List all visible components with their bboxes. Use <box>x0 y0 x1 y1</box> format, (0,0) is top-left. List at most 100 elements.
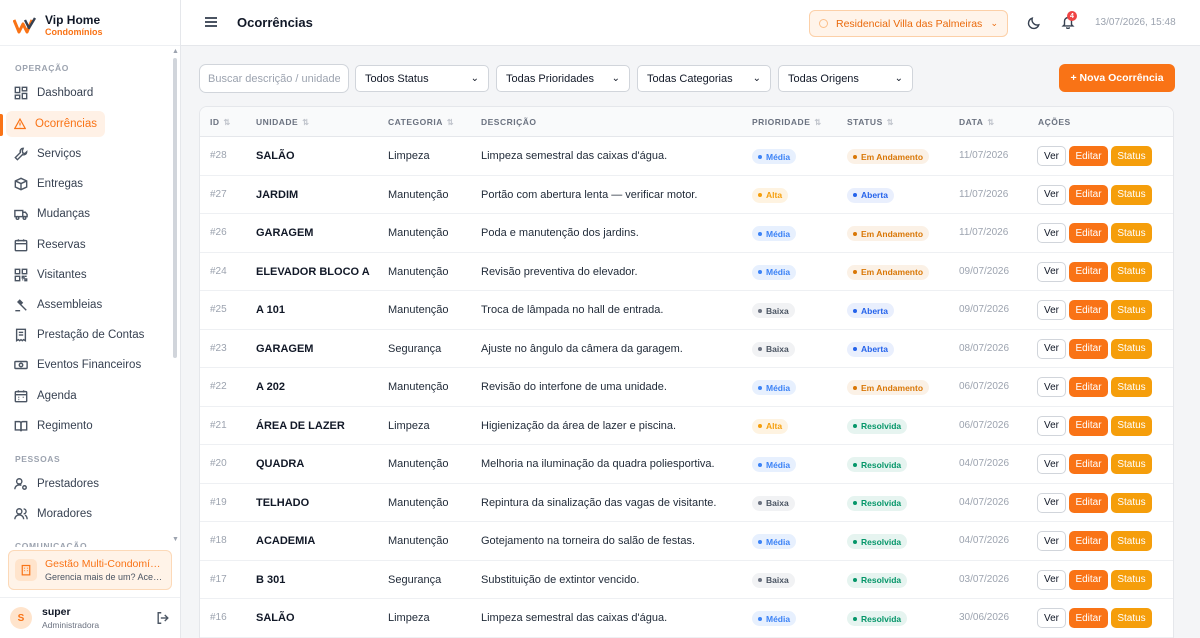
status-button[interactable]: Status <box>1111 377 1152 397</box>
brand-name: Vip Home <box>45 13 101 27</box>
priority-filter[interactable]: Todas Prioridades ⌄ <box>496 65 630 92</box>
edit-button[interactable]: Editar <box>1069 454 1108 474</box>
column-header-priority[interactable]: PRIORIDADE ⇅ <box>752 117 822 127</box>
status-button[interactable]: Status <box>1111 569 1152 590</box>
edit-button[interactable]: Editar <box>1069 569 1108 590</box>
column-header-id[interactable]: ID ⇅ <box>210 117 231 127</box>
status-button[interactable]: Status <box>1111 146 1152 166</box>
row-id: #24 <box>210 265 227 277</box>
column-header-status[interactable]: STATUS ⇅ <box>847 117 894 127</box>
receipt-icon <box>15 328 27 342</box>
view-button[interactable]: Ver <box>1037 454 1066 474</box>
status-button[interactable]: Status <box>1111 415 1152 436</box>
edit-button[interactable]: Editar <box>1069 377 1108 397</box>
search-input[interactable] <box>199 64 349 93</box>
row-unit: GARAGEM <box>256 342 314 355</box>
status-button[interactable]: Status <box>1111 300 1152 320</box>
edit-button[interactable]: Editar <box>1069 146 1108 166</box>
view-button[interactable]: Ver <box>1037 338 1066 359</box>
edit-button[interactable]: Editar <box>1069 338 1108 359</box>
status-button[interactable]: Status <box>1111 338 1152 359</box>
status-badge: Em Andamento <box>847 264 930 280</box>
status-button[interactable]: Status <box>1111 261 1152 282</box>
sidebar-item-entregas[interactable]: Entregas <box>6 171 91 197</box>
new-occurrence-button[interactable]: + Nova Ocorrência <box>1059 64 1175 92</box>
view-button[interactable]: Ver <box>1037 184 1066 205</box>
view-button[interactable]: Ver <box>1037 608 1066 628</box>
view-button[interactable]: Ver <box>1037 377 1066 397</box>
condo-selector[interactable]: Residencial Villa das Palmeiras ⌄ <box>809 10 1008 37</box>
dot-icon <box>853 424 857 428</box>
priority-badge: Média <box>752 611 797 626</box>
sidebar-item-moradores[interactable]: Moradores <box>6 501 100 527</box>
chevron-down-icon: ⌄ <box>752 73 761 84</box>
category-filter[interactable]: Todas Categorias ⌄ <box>637 65 771 92</box>
sidebar-item-dashboard[interactable]: Dashboard <box>6 80 101 106</box>
view-button[interactable]: Ver <box>1037 415 1066 436</box>
status-button[interactable]: Status <box>1111 454 1152 474</box>
menu-icon[interactable] <box>204 15 218 29</box>
column-header-date[interactable]: DATA ⇅ <box>959 117 995 127</box>
section-label-pessoas: PESSOAS <box>15 454 61 464</box>
avatar[interactable]: S <box>10 607 32 629</box>
edit-button[interactable]: Editar <box>1069 531 1108 551</box>
status-button[interactable]: Status <box>1111 492 1152 513</box>
view-button[interactable]: Ver <box>1037 531 1066 551</box>
edit-button[interactable]: Editar <box>1069 492 1108 513</box>
edit-button[interactable]: Editar <box>1069 415 1108 436</box>
status-button[interactable]: Status <box>1111 531 1152 551</box>
scroll-down-icon[interactable]: ▼ <box>172 536 179 543</box>
dot-icon <box>758 193 762 197</box>
row-unit: ELEVADOR BLOCO A <box>256 265 370 278</box>
condo-name: Residencial Villa das Palmeiras <box>836 17 983 30</box>
view-button[interactable]: Ver <box>1037 261 1066 282</box>
view-button[interactable]: Ver <box>1037 300 1066 320</box>
column-header-category[interactable]: CATEGORIA ⇅ <box>388 117 454 127</box>
dot-icon <box>758 578 762 582</box>
column-header-unit[interactable]: UNIDADE ⇅ <box>256 117 309 127</box>
status-button[interactable]: Status <box>1111 223 1152 243</box>
edit-button[interactable]: Editar <box>1069 300 1108 320</box>
edit-button[interactable]: Editar <box>1069 608 1108 628</box>
sidebar-item-mudancas[interactable]: Mudanças <box>6 201 98 227</box>
priority-badge: Alta <box>752 187 789 203</box>
sidebar-item-visitantes[interactable]: Visitantes <box>6 262 95 288</box>
edit-button[interactable]: Editar <box>1069 184 1108 205</box>
origin-filter[interactable]: Todas Origens ⌄ <box>778 65 913 92</box>
chevron-down-icon: ⌄ <box>990 18 998 28</box>
sidebar-item-eventos-financeiros[interactable]: Eventos Financeiros <box>6 352 149 378</box>
dot-icon <box>853 539 857 544</box>
table-row: #27 JARDIM Manutenção Portão com abertur… <box>200 176 1173 214</box>
status-button[interactable]: Status <box>1111 184 1152 205</box>
multi-condo-card[interactable]: Gestão Multi-Condomínios Gerencia mais d… <box>8 550 172 590</box>
sidebar-item-prestadores[interactable]: Prestadores <box>6 471 107 497</box>
brand[interactable]: Vip Home Condomínios <box>13 12 103 40</box>
edit-button[interactable]: Editar <box>1069 223 1108 243</box>
scroll-up-icon[interactable]: ▲ <box>172 48 179 55</box>
row-unit: A 202 <box>256 381 285 393</box>
row-id: #19 <box>210 496 227 508</box>
sidebar-scrollbar[interactable] <box>173 58 177 358</box>
edit-button[interactable]: Editar <box>1069 261 1108 282</box>
sidebar-item-assembleias[interactable]: Assembleias <box>6 292 110 318</box>
sidebar-item-ocorrencias[interactable]: Ocorrências <box>6 111 105 137</box>
sidebar-item-prestacao-contas[interactable]: Prestação de Contas <box>6 322 152 348</box>
row-unit: ACADEMIA <box>256 535 316 547</box>
status-filter[interactable]: Todos Status ⌄ <box>355 65 489 92</box>
sidebar-item-servicos[interactable]: Serviços <box>6 141 89 167</box>
status-button[interactable]: Status <box>1111 608 1152 628</box>
view-button[interactable]: Ver <box>1037 492 1066 513</box>
sidebar-item-label: Reservas <box>37 239 86 251</box>
notifications-button[interactable]: 4 <box>1061 11 1077 31</box>
moon-icon[interactable] <box>1027 16 1041 30</box>
row-date: 09/07/2026 <box>959 304 1010 315</box>
view-button[interactable]: Ver <box>1037 223 1066 243</box>
view-button[interactable]: Ver <box>1037 569 1066 590</box>
view-button[interactable]: Ver <box>1037 146 1066 166</box>
row-unit: B 301 <box>256 573 286 586</box>
sidebar-item-regimento[interactable]: Regimento <box>6 413 101 439</box>
logout-icon[interactable] <box>156 611 170 625</box>
sidebar-item-agenda[interactable]: Agenda <box>6 383 85 409</box>
sidebar-item-reservas[interactable]: Reservas <box>6 232 94 258</box>
row-category: Manutenção <box>388 304 449 316</box>
